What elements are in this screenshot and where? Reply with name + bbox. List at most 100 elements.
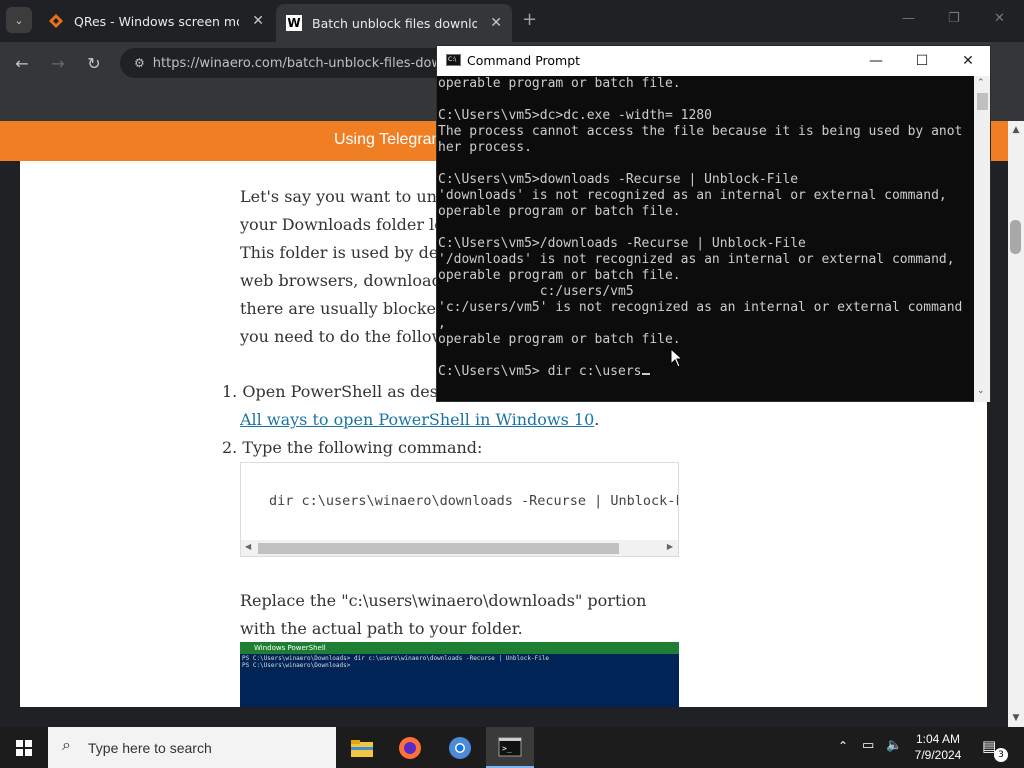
cmd-scrollbar[interactable]: ⌃ ⌄ [974,76,990,402]
cmd-minimize-button[interactable]: — [853,46,899,76]
tab-batch-unblock[interactable]: W Batch unblock files downloade ✕ [276,4,512,42]
intro-line: you need to do the follow [240,327,446,346]
step1-suffix: . [594,410,600,429]
w-tab-icon: W [286,15,302,31]
tab-search-button[interactable]: ⌄ [6,7,32,33]
cmd-title-bar[interactable]: C:\ Command Prompt — ☐ ✕ [437,46,990,76]
powershell-guide-link[interactable]: All ways to open PowerShell in Windows 1… [240,410,594,429]
firefox-taskbar-icon[interactable] [386,727,434,768]
windows-logo-icon [16,739,32,756]
step-number: 2. [222,438,243,457]
command-prompt-window[interactable]: C:\ Command Prompt — ☐ ✕ operable progra… [436,45,991,402]
tab-title: Batch unblock files downloade [312,15,477,31]
cmd-line: operable program or batch file. [438,76,681,91]
code-horizontal-scrollbar[interactable]: ◀ ▶ [241,540,678,556]
close-tab-icon[interactable]: ✕ [252,13,264,29]
scroll-left-icon[interactable]: ◀ [245,542,251,551]
forward-arrow-icon[interactable]: → [44,49,72,77]
restore-button[interactable]: ❐ [948,11,960,26]
chrome-taskbar-icon[interactable] [436,727,484,768]
close-tab-icon[interactable]: ✕ [490,15,502,31]
ps-line: PS C:\Users\winaero\Downloads> dir c:\us… [242,655,550,662]
cmd-line: 'downloads' is not recognized as an inte… [438,188,947,203]
tab-title: QRes - Windows screen mode [74,13,239,29]
scroll-down-icon[interactable]: ▼ [1008,713,1024,723]
network-icon[interactable]: ▭ [862,738,874,753]
minimize-button[interactable]: — [902,11,915,26]
cmd-line: The process cannot access the file becau… [438,124,963,139]
cmd-scroll-down-icon[interactable]: ⌄ [977,386,985,396]
cmd-close-button[interactable]: ✕ [945,46,991,76]
intro-paragraph: Let's say you want to unb your Downloads… [240,183,447,351]
powershell-screenshot: Windows PowerShell PS C:\Users\winaero\D… [240,642,679,707]
notification-count-badge: 3 [994,748,1008,762]
code-scroll-thumb[interactable] [258,543,619,554]
intro-line: your Downloads folder lo [240,215,444,234]
cmd-scroll-up-icon[interactable]: ⌃ [977,78,985,88]
cmd-line: operable program or batch file. [438,332,681,347]
cmd-maximize-button[interactable]: ☐ [899,46,945,76]
show-hidden-icons-chevron-icon[interactable]: ⌃ [838,739,848,753]
page-scrollbar[interactable] [1008,121,1024,727]
close-window-button[interactable]: ✕ [994,11,1005,26]
cmd-line: c:/users/vm5 [438,284,634,299]
search-placeholder: Type here to search [88,739,212,756]
cmd-line: C:\Users\vm5>dc>dc.exe -width= 1280 [438,108,712,123]
intro-line: there are usually blocked [240,299,447,318]
cmd-line: C:\Users\vm5>/downloads -Recurse | Unblo… [438,236,806,251]
intro-line: web browsers, download [240,271,442,290]
page-margin [0,161,20,707]
svg-text:>_: >_ [502,744,512,753]
winaero-tab-icon [49,14,63,28]
code-text: dir c:\users\winaero\downloads -Recurse … [269,493,679,509]
intro-line: Let's say you want to unb [240,187,448,206]
page-scroll-thumb[interactable] [1010,220,1021,254]
step2-text: Type the following command: [242,438,483,457]
scroll-up-icon[interactable]: ▲ [1008,125,1024,135]
search-icon: ⌕ [62,737,71,754]
firefox-icon [399,736,421,759]
cmd-prompt-line[interactable]: C:\Users\vm5> dir c:\users [438,364,974,380]
folder-icon [351,739,373,757]
cmd-scroll-thumb[interactable] [977,93,988,110]
cmd-line: 'c:/users/vm5' is not recognized as an i… [438,300,963,315]
cmd-line: operable program or batch file. [438,268,681,283]
taskbar-search-box[interactable]: ⌕ Type here to search [48,727,336,768]
taskbar-clock[interactable]: 1:04 AM 7/9/2024 [898,731,978,763]
cmd-title: Command Prompt [467,53,581,68]
scroll-right-icon[interactable]: ▶ [667,542,673,551]
intro-line: This folder is used by def [240,243,445,262]
url-text: https://winaero.com/batch-unblock-files-… [152,55,443,71]
chrome-icon [449,736,471,759]
command-prompt-taskbar-icon[interactable]: >_ [486,727,534,768]
clock-date: 7/9/2024 [914,748,962,762]
new-tab-button[interactable]: + [522,9,537,30]
address-bar[interactable]: ⚙ https://winaero.com/batch-unblock-file… [120,48,450,78]
cmd-current-input[interactable]: C:\Users\vm5> dir c:\users [438,364,642,379]
tab-qres[interactable]: QRes - Windows screen mode ✕ [38,6,274,36]
cmd-line [438,220,974,236]
code-block[interactable]: dir c:\users\winaero\downloads -Recurse … [240,462,679,557]
cmd-line: her process. [438,140,532,155]
cmd-line: , [438,316,446,331]
clock-time: 1:04 AM [915,732,961,746]
file-explorer-taskbar-icon[interactable] [338,727,386,768]
cmd-line [438,156,974,172]
mouse-pointer-icon [670,348,682,368]
cmd-app-icon: C:\ [446,54,461,66]
ps-title-bar: Windows PowerShell [240,642,679,654]
step-number: 1. [222,382,243,401]
cmd-line: C:\Users\vm5>downloads -Recurse | Unbloc… [438,172,799,187]
ps-line: PS C:\Users\winaero\Downloads> [242,662,351,669]
cmd-output[interactable]: operable program or batch file. C:\Users… [437,76,974,402]
replace-line: Replace the "c:\users\winaero\downloads"… [240,591,647,610]
back-arrow-icon[interactable]: ← [8,49,36,77]
cmd-line [438,348,974,364]
replace-paragraph: Replace the "c:\users\winaero\downloads"… [240,587,646,643]
cmd-line: '/downloads' is not recognized as an int… [438,252,955,267]
step1-text: Open PowerShell as desc [242,382,447,401]
cmd-line [438,92,974,108]
reload-icon[interactable]: ↻ [80,49,108,77]
site-settings-icon[interactable]: ⚙ [134,56,145,70]
start-button[interactable] [0,727,48,768]
